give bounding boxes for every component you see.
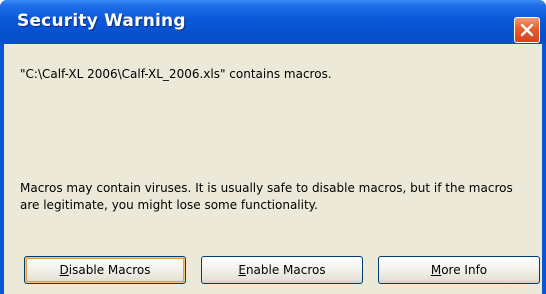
more-info-accelerator: M — [430, 263, 442, 277]
more-info-label: ore Info — [441, 263, 488, 277]
disable-macros-accelerator: D — [59, 263, 69, 277]
dialog-body: "C:\Calf-XL 2006\Calf-XL_2006.xls" conta… — [4, 44, 542, 294]
macro-file-message: "C:\Calf-XL 2006\Calf-XL_2006.xls" conta… — [20, 67, 332, 81]
close-button[interactable] — [514, 17, 540, 43]
enable-macros-accelerator: E — [238, 263, 246, 277]
dialog-title: Security Warning — [17, 11, 186, 31]
macro-warning-text: Macros may contain viruses. It is usuall… — [20, 181, 513, 212]
more-info-button[interactable]: More Info — [378, 256, 540, 284]
disable-macros-label: isable Macros — [68, 263, 151, 277]
enable-macros-button[interactable]: Enable Macros — [201, 256, 363, 284]
security-warning-dialog: Security Warning "C:\Calf-XL 2006\Calf-X… — [0, 0, 546, 294]
enable-macros-label: nable Macros — [245, 263, 326, 277]
close-x-icon — [520, 23, 534, 37]
disable-macros-button[interactable]: Disable Macros — [24, 256, 186, 284]
title-bar[interactable]: Security Warning — [0, 0, 546, 44]
